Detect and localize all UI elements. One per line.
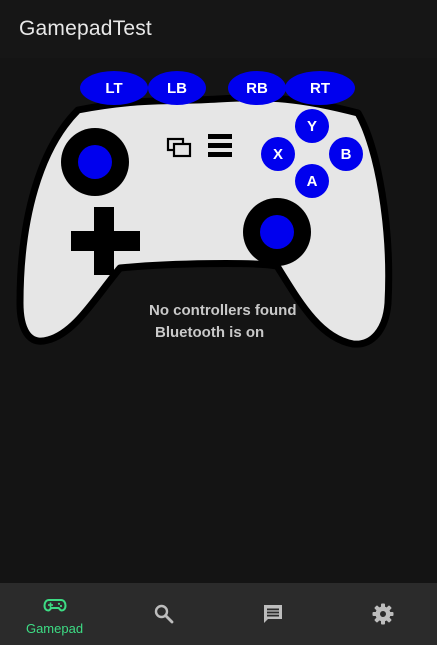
y-button[interactable]: Y xyxy=(295,109,329,143)
a-label: A xyxy=(307,173,318,190)
menu-button[interactable] xyxy=(208,134,232,157)
gamepad-view: LT LB RB RT Y X B A No controllers found… xyxy=(0,58,437,583)
left-stick[interactable] xyxy=(61,128,129,196)
b-label: B xyxy=(341,146,352,163)
a-button[interactable]: A xyxy=(295,164,329,198)
rb-label: RB xyxy=(246,80,268,97)
nav-item-chat[interactable] xyxy=(218,583,327,645)
chat-icon xyxy=(263,605,282,623)
rt-button[interactable]: RT xyxy=(285,71,355,105)
lb-button[interactable]: LB xyxy=(148,71,206,105)
bottom-navigation: Gamepad xyxy=(0,583,437,645)
status-bluetooth: Bluetooth is on xyxy=(155,324,265,341)
gear-icon xyxy=(372,603,393,625)
nav-item-settings[interactable] xyxy=(328,583,437,645)
lb-label: LB xyxy=(167,80,187,97)
lt-label: LT xyxy=(105,80,122,97)
app-title: GamepadTest xyxy=(19,17,152,40)
nav-item-search[interactable] xyxy=(109,583,218,645)
nav-label-gamepad: Gamepad xyxy=(25,620,84,636)
lt-button[interactable]: LT xyxy=(80,71,148,105)
controller-diagram: LT LB RB RT Y X B A xyxy=(16,71,393,348)
status-no-controllers: No controllers found xyxy=(149,302,297,319)
x-label: X xyxy=(273,146,283,163)
rb-button[interactable]: RB xyxy=(228,71,286,105)
x-button[interactable]: X xyxy=(261,137,295,171)
y-label: Y xyxy=(307,118,317,135)
app-bar: GamepadTest xyxy=(0,0,437,58)
b-button[interactable]: B xyxy=(329,137,363,171)
search-icon xyxy=(154,604,173,624)
gamepad-icon xyxy=(43,598,66,611)
right-stick[interactable] xyxy=(243,198,311,266)
nav-item-gamepad[interactable]: Gamepad xyxy=(0,583,109,645)
rt-label: RT xyxy=(310,80,330,97)
